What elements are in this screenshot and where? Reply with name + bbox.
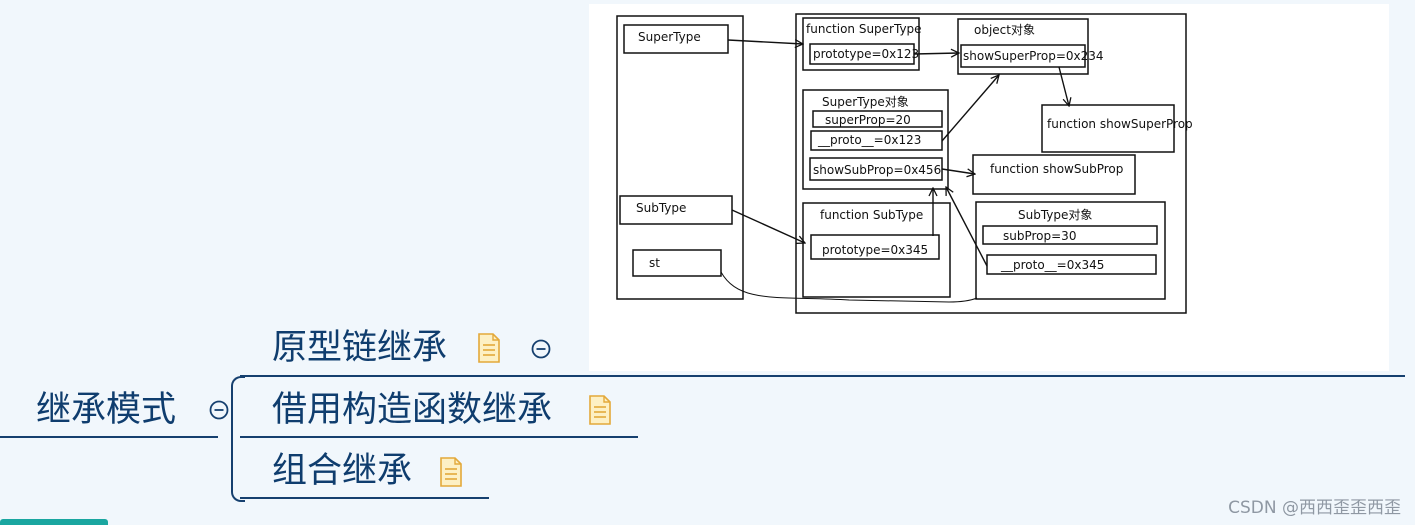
supertype-object-title: SuperType对象: [822, 95, 909, 109]
child-topic-2[interactable]: 借用构造函数继承: [272, 390, 552, 430]
stack-label-supertype: SuperType: [638, 30, 701, 44]
st-var-box: [632, 249, 722, 277]
supertype-object-proto: __proto__=0x123: [817, 133, 921, 147]
scroll-tab[interactable]: [0, 519, 108, 525]
arrow-subproto-to-supertype-object: [946, 187, 988, 267]
note-icon[interactable]: [588, 395, 612, 425]
supertype-object-showsubprop: showSubProp=0x456: [813, 163, 941, 177]
stack-label-st: st: [649, 256, 660, 270]
stack-frame-box: [616, 15, 744, 300]
arrow-proto-to-object: [941, 75, 999, 142]
subtype-object-title: SubType对象: [1018, 208, 1092, 222]
fn-showsuperprop-title: function showSuperProp: [1047, 117, 1193, 131]
arrow-supertype-to-fn: [727, 40, 803, 44]
memory-diagram-svg: SuperType SubType st function SuperType …: [616, 13, 1193, 314]
watermark: CSDN @西西歪歪西歪: [1228, 498, 1401, 518]
child-1-underline: [240, 375, 1405, 377]
arrow-showsuperprop-to-fn: [1058, 66, 1069, 106]
fn-subtype-prototype: prototype=0x345: [822, 243, 928, 257]
supertype-object-superprop: superProp=20: [825, 113, 911, 127]
child-topic-1[interactable]: 原型链继承: [272, 328, 447, 368]
child-topic-3[interactable]: 组合继承: [272, 451, 412, 491]
child-3-underline: [240, 497, 489, 499]
child-2-underline: [240, 436, 638, 438]
root-topic[interactable]: 继承模式: [36, 390, 176, 430]
object-title: object对象: [974, 23, 1035, 37]
fn-supertype-title: function SuperType: [806, 22, 922, 36]
fn-supertype-prototype: prototype=0x123: [813, 47, 919, 61]
object-showsuperprop: showSuperProp=0x234: [963, 49, 1104, 63]
note-icon[interactable]: [477, 333, 501, 363]
arrow-prototype-to-object: [913, 53, 959, 54]
arrow-showsubprop-to-fn: [941, 168, 975, 174]
subtype-object-proto: __proto__=0x345: [1000, 258, 1104, 272]
fn-showsubprop-title: function showSubProp: [990, 162, 1123, 176]
root-underline: [0, 436, 218, 438]
root-collapse-icon[interactable]: [208, 399, 230, 421]
branch-connector: [231, 376, 245, 502]
subtype-object-subprop: subProp=30: [1003, 229, 1076, 243]
memory-diagram-image: SuperType SubType st function SuperType …: [589, 4, 1389, 371]
fn-subtype-title: function SubType: [820, 208, 923, 222]
child-1-collapse-icon[interactable]: [530, 338, 552, 360]
stack-label-subtype: SubType: [636, 201, 686, 215]
note-icon[interactable]: [439, 457, 463, 487]
